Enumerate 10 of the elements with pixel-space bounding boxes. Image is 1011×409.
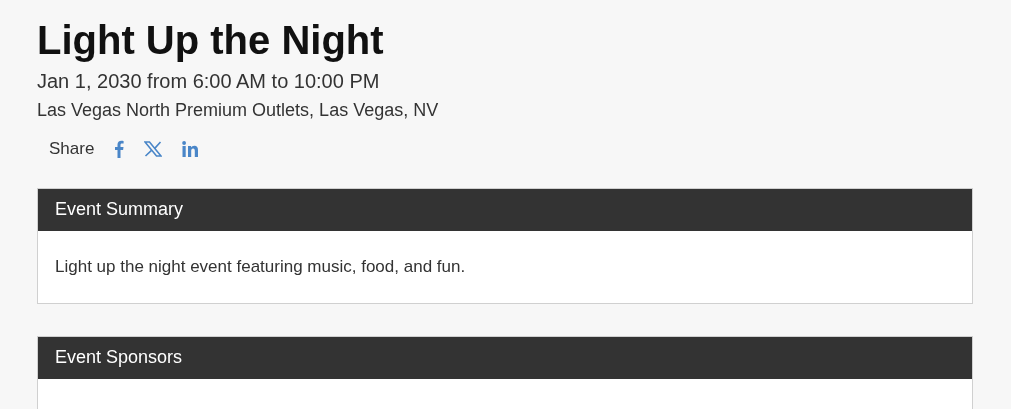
section-heading: Event Summary — [55, 198, 184, 221]
event-location: Las Vegas North Premium Outlets, Las Vegas, NV — [37, 99, 439, 122]
facebook-icon[interactable] — [114, 139, 125, 158]
event-date: Jan 1, 2030 from 6:00 AM to 10:00 PM — [37, 69, 380, 94]
linkedin-icon[interactable] — [182, 140, 199, 157]
section-text: Light up the night event featuring music, food, and fun. — [55, 255, 466, 278]
x-icon[interactable] — [144, 140, 163, 157]
section-heading: Event Sponsors — [55, 346, 183, 369]
event-title: Light Up the Night — [37, 17, 384, 64]
share-label: Share — [49, 138, 95, 160]
